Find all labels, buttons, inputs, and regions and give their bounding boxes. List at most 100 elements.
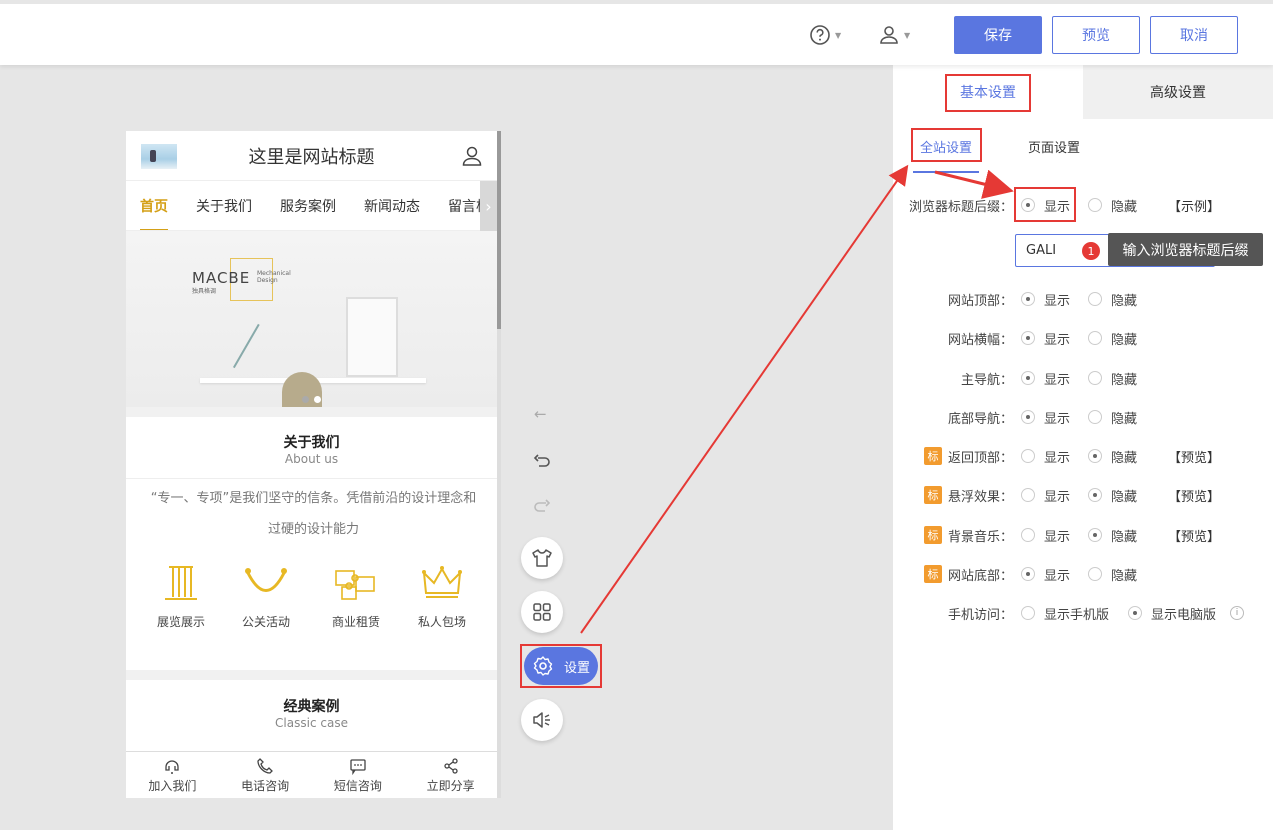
about-description: “专一、专项”是我们坚守的信条。凭借前沿的设计理念和过硬的设计能力 (150, 491, 477, 537)
example-link[interactable]: 【示例】 (1168, 196, 1220, 215)
tab-advanced-settings[interactable]: 高级设置 (1083, 65, 1273, 119)
tab-basic-settings[interactable]: 基本设置 (893, 65, 1083, 119)
footer-label: 短信咨询 (333, 778, 382, 793)
feature-item[interactable]: 商业租赁 (316, 563, 396, 630)
option-mobile-version[interactable]: 显示手机版 (1021, 604, 1109, 623)
user-icon[interactable] (461, 145, 483, 167)
option-hide[interactable]: 隐藏 (1088, 329, 1137, 348)
feature-label: 私人包场 (417, 615, 466, 629)
option-show[interactable]: 显示 (1021, 565, 1070, 584)
preview-scrollbar[interactable] (497, 131, 501, 798)
subtab-page-settings[interactable]: 页面设置 (1028, 119, 1080, 173)
option-label: 显示 (1044, 489, 1071, 505)
settings-subtabs: 全站设置 页面设置 (893, 119, 1273, 173)
option-hide[interactable]: 隐藏 (1088, 526, 1137, 545)
footer-phone[interactable]: 电话咨询 (219, 752, 312, 798)
site-footer-nav: 加入我们 电话咨询 短信咨询 立即分享 (126, 751, 497, 798)
mobile-preview: 这里是网站标题 首页 关于我们 服务案例 新闻动态 留言板 › MACBE 独具… (126, 131, 497, 798)
grid-icon (533, 603, 551, 621)
settings-button[interactable]: 设置 (524, 647, 598, 685)
footer-sms[interactable]: 短信咨询 (312, 752, 405, 798)
modules-button[interactable] (521, 591, 563, 633)
nav-item-news[interactable]: 新闻动态 (350, 181, 434, 230)
option-show[interactable]: 显示 (1021, 486, 1070, 505)
undo-icon[interactable] (533, 452, 551, 470)
user-menu[interactable]: ▼ (878, 24, 910, 46)
setting-label: 标背景音乐： (923, 526, 1013, 545)
radio-icon (1021, 567, 1035, 581)
radio-icon (1021, 292, 1035, 306)
label-text: 网站底部： (947, 568, 1013, 584)
carousel-dot[interactable] (302, 396, 309, 403)
footer-label: 加入我们 (148, 778, 197, 793)
nav-item-home[interactable]: 首页 (126, 181, 182, 230)
option-show[interactable]: 显示 (1021, 447, 1070, 466)
chevron-right-icon[interactable]: › (480, 181, 497, 231)
help-menu[interactable]: ▼ (809, 24, 841, 46)
option-label: 显示 (1044, 199, 1071, 215)
option-show[interactable]: 显示 (1021, 329, 1070, 348)
radio-icon (1088, 331, 1102, 345)
save-button[interactable]: 保存 (954, 16, 1042, 54)
nav-item-about[interactable]: 关于我们 (182, 181, 266, 230)
option-show[interactable]: 显示 (1021, 526, 1070, 545)
option-hide[interactable]: 隐藏 (1088, 369, 1137, 388)
setting-label: 手机访问： (947, 607, 1013, 623)
preview-link[interactable]: 【预览】 (1168, 526, 1220, 545)
badge-icon: 标 (923, 486, 942, 504)
site-logo[interactable] (141, 144, 177, 169)
banner-picture-frame (346, 297, 398, 377)
option-label: 显示 (1044, 450, 1071, 466)
headset-icon (165, 759, 180, 774)
option-show[interactable]: 显示 (1021, 369, 1070, 388)
footer-join[interactable]: 加入我们 (126, 752, 219, 798)
setting-label: 标悬浮效果： (923, 486, 1013, 505)
pillar-icon (165, 566, 197, 600)
label-text: 悬浮效果： (947, 489, 1013, 505)
radio-icon (1088, 371, 1102, 385)
info-icon[interactable]: i (1230, 606, 1244, 620)
option-show[interactable]: 显示 (1021, 290, 1070, 309)
footer-share[interactable]: 立即分享 (404, 752, 497, 798)
banner-brand-tag: Mechanical Design (257, 270, 291, 284)
message-icon (350, 758, 366, 775)
option-hide[interactable]: 隐藏 (1088, 408, 1137, 427)
option-label: 隐藏 (1111, 293, 1138, 309)
user-icon (880, 26, 898, 44)
carousel-dot-active[interactable] (314, 396, 321, 403)
arrow-left-icon[interactable]: ← (534, 405, 547, 423)
option-hide[interactable]: 隐藏 (1088, 290, 1137, 309)
site-banner: MACBE 独具格调 Mechanical Design (126, 231, 497, 407)
feature-item[interactable]: 展览展示 (141, 563, 221, 630)
feature-item[interactable]: 私人包场 (402, 563, 482, 630)
option-label: 显示 (1044, 411, 1071, 427)
preview-link[interactable]: 【预览】 (1168, 486, 1220, 505)
about-title: 关于我们 (283, 435, 340, 451)
feature-item[interactable]: 公关活动 (226, 563, 306, 630)
step-number-badge: 1 (1082, 242, 1100, 260)
setting-row-title-suffix: 浏览器标题后缀： 显示 隐藏 【示例】 (893, 195, 1273, 215)
option-hide[interactable]: 隐藏 (1088, 565, 1137, 584)
cancel-button[interactable]: 取消 (1150, 16, 1238, 54)
radio-icon (1088, 198, 1102, 212)
music-button[interactable] (521, 699, 563, 741)
option-desktop-version[interactable]: 显示电脑版 (1128, 604, 1216, 623)
redo-icon[interactable] (533, 497, 551, 515)
option-hide[interactable]: 隐藏 (1088, 196, 1137, 215)
gear-icon (533, 656, 553, 676)
cases-title: 经典案例 (283, 699, 340, 715)
scrollbar-thumb[interactable] (497, 131, 501, 329)
feature-label: 展览展示 (156, 615, 205, 629)
option-hide[interactable]: 隐藏 (1088, 447, 1137, 466)
setting-row-float-effect: 标悬浮效果： 显示 隐藏 【预览】 (893, 485, 1273, 505)
option-show[interactable]: 显示 (1021, 196, 1070, 215)
option-show[interactable]: 显示 (1021, 408, 1070, 427)
crown-icon (422, 566, 462, 598)
preview-button[interactable]: 预览 (1052, 16, 1140, 54)
subtab-site-settings[interactable]: 全站设置 (912, 119, 980, 173)
nav-item-cases[interactable]: 服务案例 (266, 181, 350, 230)
preview-link[interactable]: 【预览】 (1168, 447, 1220, 466)
settings-panel: 基本设置 高级设置 全站设置 页面设置 浏览器标题后缀： 显示 隐藏 【示例】 … (893, 65, 1273, 830)
option-hide[interactable]: 隐藏 (1088, 486, 1137, 505)
theme-button[interactable] (521, 537, 563, 579)
